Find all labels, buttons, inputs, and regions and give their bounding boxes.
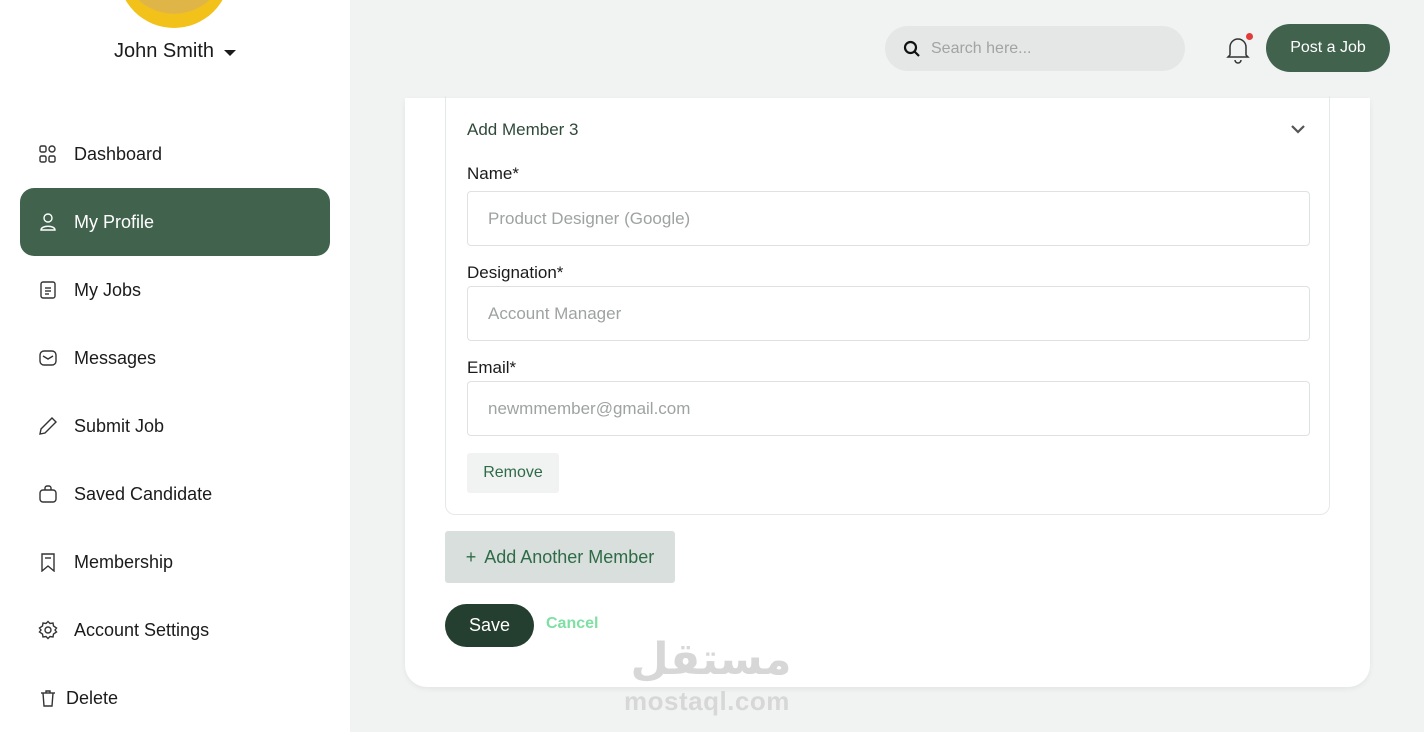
search-input[interactable] [931,39,1161,58]
watermark-logo: مستقل [631,634,792,685]
sidebar-item-membership[interactable]: Membership [20,528,330,596]
sidebar-item-messages[interactable]: Messages [20,324,330,392]
member-form-card: Add Member 3 Name* Designation* Email* R… [405,96,1370,687]
sidebar-item-dashboard[interactable]: Dashboard [20,120,330,188]
save-button[interactable]: Save [445,604,534,647]
sidebar-nav: Dashboard My Profile My Jobs Messages Su… [20,120,330,732]
member-title[interactable]: Add Member 3 [467,120,579,140]
sidebar-item-saved-candidate[interactable]: Saved Candidate [20,460,330,528]
remove-button[interactable]: Remove [467,453,559,493]
sidebar-item-label: Messages [74,347,157,368]
add-member-label: Add Another Member [484,546,655,567]
user-menu[interactable]: John Smith [0,40,350,63]
watermark-text: mostaql.com [624,686,790,716]
email-label: Email* [467,358,517,377]
notification-dot [1246,33,1253,40]
designation-input[interactable] [488,303,1309,324]
search-icon [903,40,920,57]
name-field[interactable] [467,191,1310,246]
trash-icon [38,688,58,708]
sidebar-item-label: Dashboard [74,143,163,164]
designation-label: Designation* [467,263,564,282]
email-field[interactable] [467,381,1310,436]
sidebar-item-label: Delete [66,687,119,708]
name-input[interactable] [488,208,1309,229]
caret-down-icon[interactable] [224,50,237,56]
gear-icon [38,620,58,640]
name-label: Name* [467,164,519,183]
sidebar: John Smith Dashboard My Profile My Jobs [0,0,350,732]
sidebar-item-label: Account Settings [74,619,210,640]
sidebar-item-my-profile[interactable]: My Profile [20,188,330,256]
sidebar-item-account-settings[interactable]: Account Settings [20,596,330,664]
watermark-arabic: مستقل [631,634,792,685]
sidebar-item-my-jobs[interactable]: My Jobs [20,256,330,324]
search-bar[interactable] [885,26,1185,71]
user-name: John Smith [113,40,215,62]
sidebar-item-label: Membership [74,551,174,572]
email-input[interactable] [488,398,1309,419]
user-icon [38,212,58,232]
chevron-down-icon[interactable] [1289,120,1307,138]
sidebar-item-submit-job[interactable]: Submit Job [20,392,330,460]
sidebar-item-label: Saved Candidate [74,483,213,504]
avatar[interactable] [118,0,230,28]
sidebar-item-label: My Profile [74,211,155,232]
member-accordion: Add Member 3 Name* Designation* Email* R… [445,96,1330,515]
briefcase-icon [38,484,58,504]
envelope-icon [38,348,58,368]
sidebar-item-label: Submit Job [74,415,165,436]
cancel-link[interactable]: Cancel [546,615,598,633]
bookmark-icon [38,552,58,572]
plus-icon: + [465,546,477,567]
pencil-icon [38,416,58,436]
document-icon [38,280,58,300]
designation-field[interactable] [467,286,1310,341]
sidebar-item-label: My Jobs [74,279,142,300]
add-member-button[interactable]: + Add Another Member [445,531,675,583]
grid-icon [38,144,58,164]
sidebar-item-delete[interactable]: Delete [20,664,330,732]
post-job-button[interactable]: Post a Job [1266,24,1390,72]
